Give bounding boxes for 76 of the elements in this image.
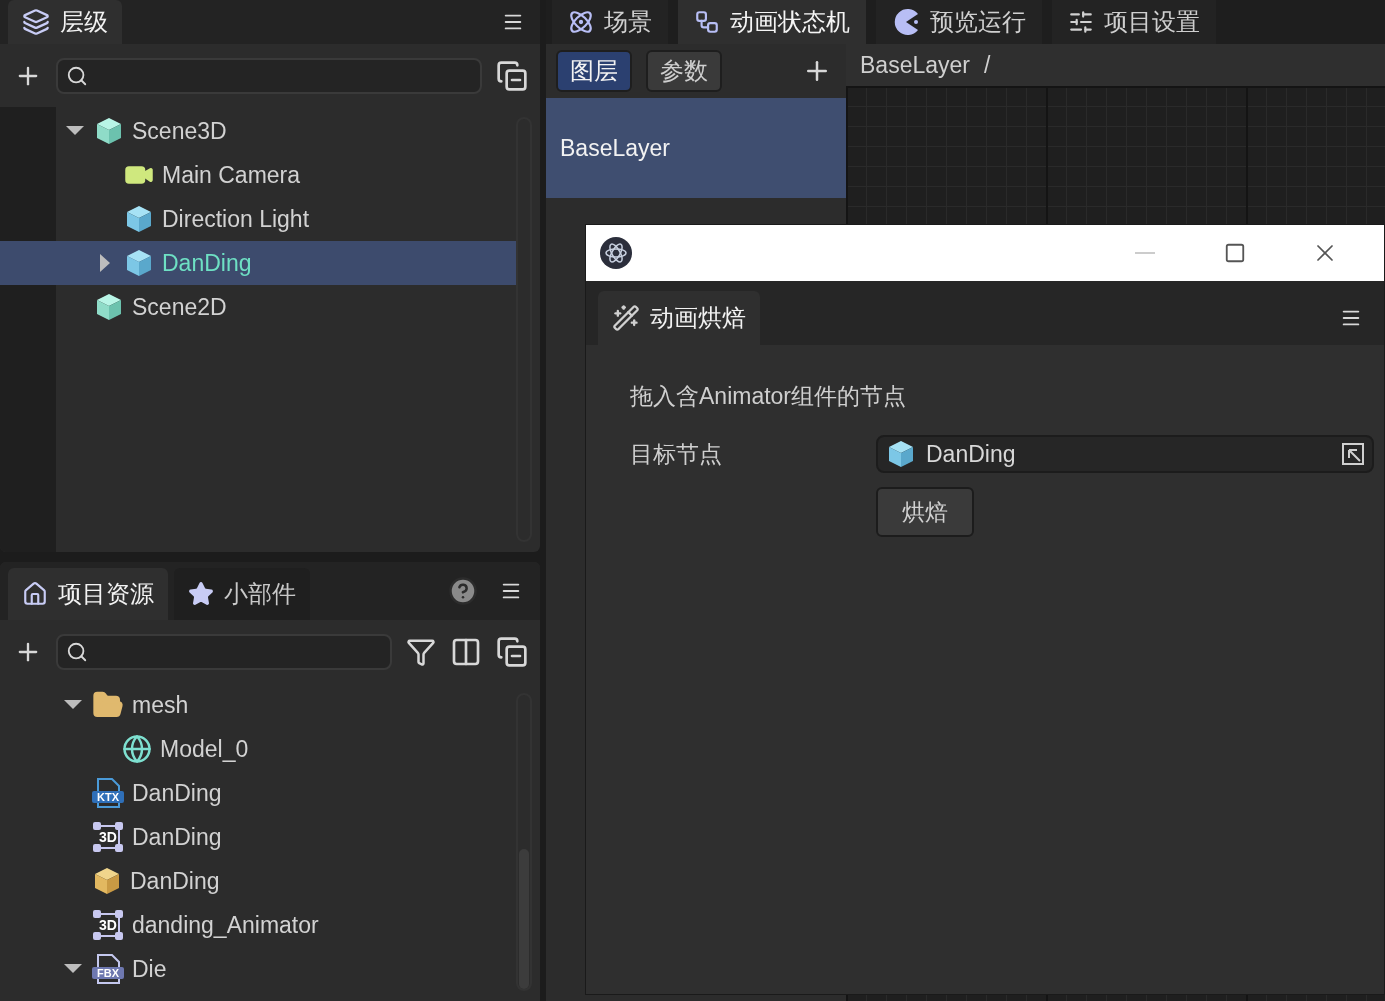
tab-label: 项目设置 (1104, 7, 1200, 37)
bake-button[interactable]: 烘焙 (876, 487, 974, 537)
tree-item[interactable]: 3D danding_Animator (0, 903, 516, 947)
tree-item[interactable]: Model_0 (0, 727, 516, 771)
tree-item[interactable]: Main Camera (0, 153, 516, 197)
tree-item-label: Model_0 (160, 735, 249, 763)
editor-tab[interactable]: 场景 (552, 0, 668, 44)
box-icon (92, 866, 122, 896)
tree-item-label: DanDing (132, 823, 222, 851)
tree-item-label: DanDing (130, 867, 220, 895)
tree-item-label: DanDing (132, 779, 222, 807)
magic-wand-icon (612, 304, 640, 332)
search-icon (66, 64, 88, 87)
tree-item-label: DanDing (162, 249, 252, 277)
toggle-button[interactable]: 图层 (556, 50, 632, 92)
layer-item[interactable]: BaseLayer (546, 98, 846, 198)
home-icon (22, 581, 48, 607)
mesh-icon (122, 734, 152, 764)
panel-tab[interactable]: 动画烘焙 (598, 291, 760, 345)
editor-tab[interactable]: 预览运行 (876, 0, 1042, 44)
graph-icon (694, 9, 720, 35)
tree-item[interactable]: Scene3D (0, 109, 516, 153)
tree-item[interactable]: DanDing (0, 241, 516, 285)
tree-item-label: Main Camera (162, 161, 301, 189)
editor-tab[interactable]: 项目设置 (1052, 0, 1216, 44)
tree-item[interactable]: FBX Die (0, 947, 516, 991)
minimize-icon (1135, 252, 1155, 254)
tab-label: 场景 (604, 7, 652, 37)
tab-label: 预览运行 (930, 7, 1026, 37)
panel-tab[interactable]: 小部件 (174, 568, 310, 620)
tab-label: 动画烘焙 (650, 303, 746, 333)
tree-item-label: danding_Animator (132, 911, 319, 939)
cube-icon (886, 439, 916, 469)
star-icon (188, 581, 214, 607)
cube-icon (124, 248, 154, 278)
pacman-icon (892, 8, 920, 36)
tab-label: 层级 (60, 7, 108, 37)
toggle-button[interactable]: 参数 (646, 50, 722, 92)
tab-label: 项目资源 (58, 579, 154, 609)
collapse-all-icon[interactable] (496, 59, 528, 92)
search-field[interactable] (56, 633, 392, 670)
breadcrumb-item[interactable]: BaseLayer (860, 51, 970, 79)
field-label: 目标节点 (630, 439, 723, 469)
maximize-icon (1224, 242, 1246, 264)
scrollbar[interactable] (516, 117, 532, 542)
pick-icon[interactable] (1340, 441, 1366, 467)
tree-item[interactable]: 3D DanDing (0, 815, 516, 859)
layers-icon (22, 8, 50, 36)
breadcrumb-separator: / (983, 51, 991, 79)
search-icon (66, 640, 88, 663)
tree-item[interactable]: Direction Light (0, 197, 516, 241)
scene-icon (568, 9, 594, 35)
tree-item-label: Scene3D (132, 117, 227, 145)
node-field[interactable]: DanDing (876, 435, 1374, 473)
tree-item-label: Direction Light (162, 205, 310, 233)
cube-icon (94, 292, 124, 322)
panel-tab[interactable]: 层级 (8, 0, 122, 44)
search-field[interactable] (56, 57, 482, 94)
tree-item[interactable]: mesh (0, 683, 516, 727)
tree-item-label: mesh (132, 691, 189, 719)
panel-tab[interactable]: 项目资源 (8, 568, 168, 620)
sliders-icon (1068, 9, 1094, 35)
editor-tab[interactable]: 动画状态机 (678, 0, 866, 44)
tree-item[interactable]: KTX DanDing (0, 771, 516, 815)
tab-label: 小部件 (224, 579, 296, 609)
tree-item[interactable]: DanDing (0, 859, 516, 903)
app-logo-icon (600, 237, 632, 269)
collapse-all-icon[interactable] (496, 635, 528, 668)
tree-item-label: Scene2D (132, 293, 227, 321)
cube-icon (94, 116, 124, 146)
tree-item-label: Die (132, 955, 167, 983)
help-icon[interactable] (448, 576, 478, 606)
cube-icon (124, 204, 154, 234)
tab-label: 动画状态机 (730, 7, 850, 37)
tree-item[interactable]: Scene2D (0, 285, 516, 329)
hint-text: 拖入含Animator组件的节点 (630, 381, 908, 411)
